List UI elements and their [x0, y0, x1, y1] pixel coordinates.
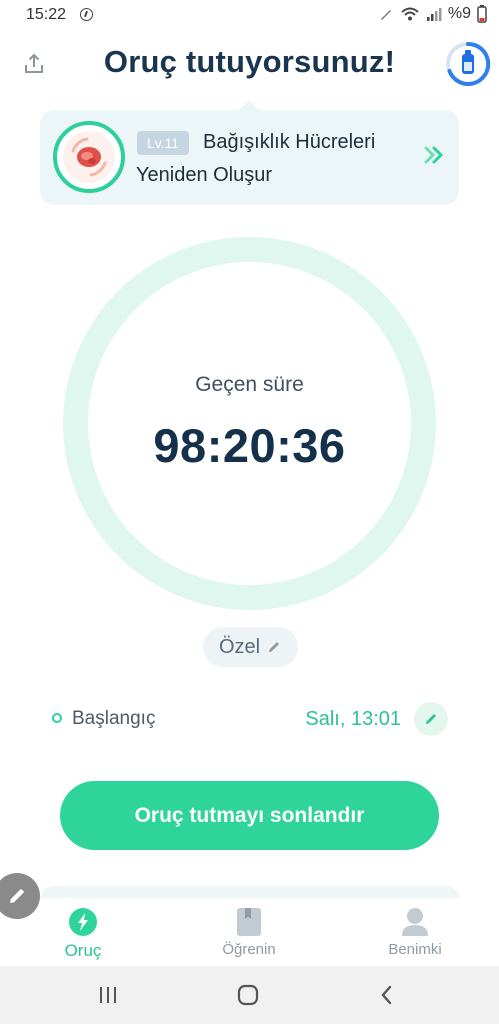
nav-item-fast[interactable]: Oruç: [23, 898, 143, 966]
status-bar: 15:22 %9: [0, 0, 499, 30]
start-dot: [52, 713, 62, 723]
start-time[interactable]: Salı, 13:01: [305, 708, 401, 731]
elapsed-time: 98:20:36: [153, 419, 346, 472]
nav-item-learn[interactable]: Öğrenin: [189, 898, 309, 966]
level-badge: Lv.11: [137, 131, 189, 155]
fasting-stage-banner[interactable]: Lv.11 Bağışıklık Hücreleri Yeniden Oluşu…: [40, 110, 459, 205]
recent-apps-icon: [100, 987, 116, 1003]
back-button[interactable]: [373, 981, 401, 1009]
stage-avatar: [53, 121, 125, 193]
nav-label-fast: Oruç: [64, 941, 102, 960]
pencil-icon: [269, 642, 280, 652]
pencil-icon: [426, 714, 436, 724]
nav-item-me[interactable]: Benimki: [355, 898, 475, 966]
back-icon: [381, 985, 392, 1005]
nav-label-learn: Öğrenin: [222, 941, 276, 958]
page-title: Oruç tutuyorsunuz!: [103, 44, 396, 79]
start-label: Başlangıç: [72, 708, 156, 729]
elapsed-label: Geçen süre: [195, 373, 304, 396]
lightning-icon: [69, 908, 97, 936]
plan-chip[interactable]: Özel: [203, 627, 298, 667]
status-time: 15:22: [26, 6, 67, 23]
edit-start-button[interactable]: [414, 702, 448, 736]
stage-title-line2: Yeniden Oluşur: [136, 164, 273, 186]
plan-label: Özel: [218, 635, 261, 658]
profile-icon: [402, 908, 428, 936]
bookmark-icon: [237, 908, 261, 936]
nav-learn-icon-wrap: [234, 907, 264, 937]
battery-icon: [477, 5, 487, 23]
signal-icon: [426, 8, 442, 21]
pen-icon: [380, 10, 391, 20]
nav-me-icon-wrap: [400, 907, 430, 937]
stage-title-line1: Bağışıklık Hücreleri: [203, 131, 376, 153]
nav-label-me: Benimki: [388, 941, 442, 958]
bottom-nav: Oruç Öğrenin Benimki: [0, 898, 499, 966]
home-button[interactable]: [234, 981, 262, 1009]
battery-percentage: %9: [447, 5, 471, 22]
status-icons: %9: [378, 5, 487, 23]
pencil-icon: [10, 888, 25, 903]
system-nav-bar: [0, 966, 499, 1024]
fasting-progress-button[interactable]: [444, 40, 492, 88]
fasting-progress-icon: [446, 41, 491, 86]
recent-apps-button[interactable]: [94, 981, 122, 1009]
data-saver-icon: [80, 8, 93, 21]
nav-fast-icon-wrap: [68, 907, 98, 937]
immune-cell-icon: [63, 131, 115, 183]
home-icon: [237, 984, 259, 1006]
double-chevron-right-icon: [424, 146, 444, 164]
wifi-icon: [401, 7, 419, 21]
end-fast-button[interactable]: Oruç tutmayı sonlandır: [60, 781, 439, 850]
